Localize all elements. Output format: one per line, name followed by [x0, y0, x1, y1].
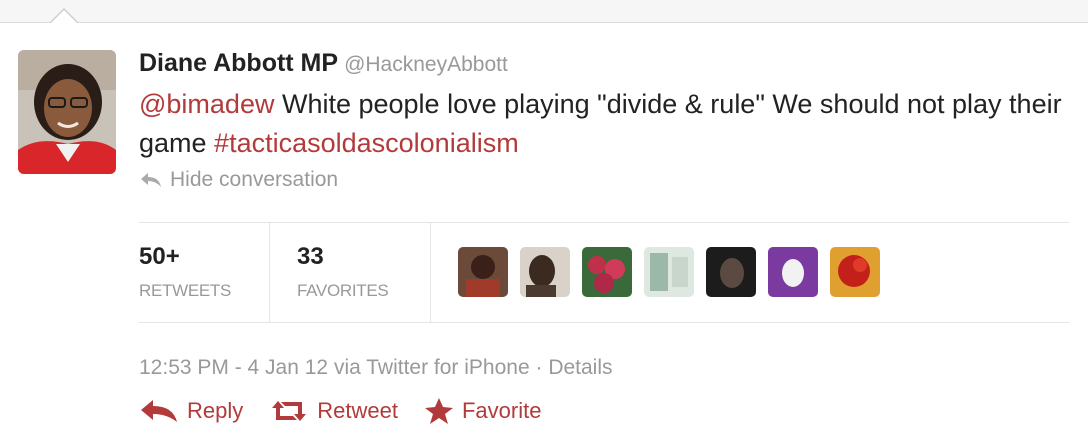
hide-conversation-label: Hide conversation: [170, 168, 339, 191]
favoriter-avatar-4[interactable]: [644, 247, 694, 297]
reply-arrow-icon: [141, 173, 161, 187]
hashtag-link[interactable]: #tacticasoldascolonialism: [214, 128, 519, 158]
favorite-label: Favorite: [461, 398, 542, 423]
retweets-label: RETWEETS: [139, 281, 232, 300]
retweets-count: 50+: [139, 243, 180, 270]
hide-conversation-link[interactable]: Hide conversation: [140, 168, 338, 192]
retweet-label: Retweet: [317, 398, 398, 423]
favoriter-avatar-1[interactable]: [458, 247, 508, 297]
reply-icon: [141, 400, 177, 422]
author-name[interactable]: Diane Abbott MP: [139, 49, 338, 77]
tweet-timestamp[interactable]: 12:53 PM - 4 Jan 12 via Twitter for iPho…: [139, 356, 613, 380]
tweet-actions: Reply Retweet Favorite: [139, 397, 567, 425]
caret-up-icon: [49, 7, 79, 23]
retweet-button[interactable]: Retweet: [269, 398, 398, 424]
conversation-top-strip: [0, 0, 1088, 23]
mention-link[interactable]: @bimadew: [139, 89, 274, 119]
tweet-stats: 50+ RETWEETS 33 FAVORITES: [139, 222, 1069, 323]
author-handle[interactable]: @HackneyAbbott: [344, 53, 508, 76]
avatar[interactable]: [18, 50, 116, 174]
tweet-header: Diane Abbott MP @HackneyAbbott: [139, 49, 508, 78]
tweet-card: Diane Abbott MP @HackneyAbbott @bimadew W…: [0, 23, 1088, 444]
favoriter-avatar-2[interactable]: [520, 247, 570, 297]
favoriter-avatar-5[interactable]: [706, 247, 756, 297]
favorite-button[interactable]: Favorite: [424, 397, 541, 425]
retweet-icon: [272, 401, 307, 421]
tweet-text: @bimadew White people love playing "divi…: [139, 85, 1069, 163]
star-icon: [424, 398, 453, 424]
reply-button[interactable]: Reply: [139, 398, 243, 424]
favorites-label: FAVORITES: [297, 281, 389, 300]
favorites-count: 33: [297, 243, 324, 270]
favorites-stat[interactable]: 33 FAVORITES: [270, 223, 431, 322]
favoriter-avatar-7[interactable]: [830, 247, 880, 297]
favoriter-avatar-6[interactable]: [768, 247, 818, 297]
retweets-stat[interactable]: 50+ RETWEETS: [139, 223, 270, 322]
reply-label: Reply: [187, 398, 244, 423]
favoriter-avatar-3[interactable]: [582, 247, 632, 297]
